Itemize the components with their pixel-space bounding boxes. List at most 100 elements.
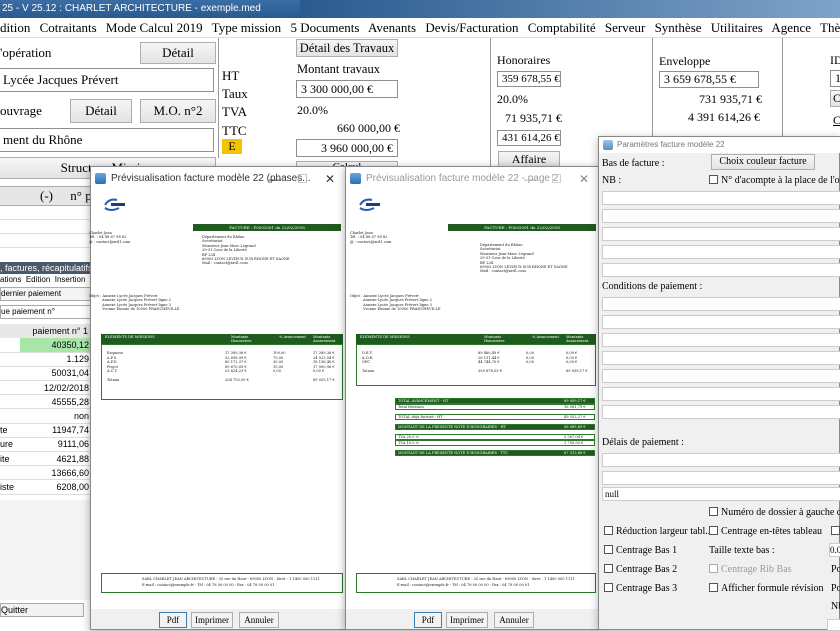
null-field[interactable]: null (602, 487, 840, 501)
quitter-button[interactable]: Quitter (0, 603, 84, 617)
conditions-line-1[interactable] (602, 297, 840, 311)
checkbox-icon[interactable] (604, 545, 613, 554)
checkbox-icon[interactable] (604, 526, 613, 535)
menu-synthese[interactable]: Synthèse (655, 20, 702, 35)
menu-mode-calcul[interactable]: Mode Calcul 2019 (106, 20, 203, 35)
montant-ht-field[interactable]: 3 300 000,00 € (296, 80, 398, 98)
nb-line-2[interactable] (602, 209, 840, 223)
row-value[interactable]: 12/02/2018 (20, 380, 92, 396)
centrage-bas1-checkbox[interactable]: Centrage Bas 1 (604, 545, 677, 556)
acompte-checkbox[interactable]: N° d'acompte à la place de l'objet (709, 175, 840, 186)
formule-checkbox[interactable]: Afficher formule révision (709, 583, 824, 594)
close-icon[interactable]: ✕ (579, 167, 589, 191)
row-value[interactable]: 13666,60 (20, 465, 92, 481)
checkbox-icon[interactable] (831, 526, 840, 535)
maximize-icon[interactable]: ☐ (297, 167, 308, 191)
honoraires-ttc-field[interactable]: 431 614,26 € (497, 130, 561, 146)
pdf-button[interactable]: Pdf (159, 612, 187, 628)
centrage-rib-checkbox[interactable]: Centrage Rib Bas (709, 564, 792, 575)
id-button-2[interactable]: C (830, 90, 840, 107)
checkbox-icon[interactable] (604, 564, 613, 573)
checkbox-icon[interactable] (709, 507, 718, 516)
checkbox-icon[interactable] (709, 583, 718, 592)
row-value[interactable]: 6208,00 (20, 479, 92, 495)
conditions-line-4[interactable] (602, 351, 840, 365)
nb-field[interactable] (827, 619, 840, 631)
conditions-line-3[interactable] (602, 333, 840, 347)
menu-serveur[interactable]: Serveur (605, 20, 645, 35)
operation-name-field[interactable]: Lycée Jacques Prévert (0, 68, 214, 92)
nb-line-5[interactable] (602, 263, 840, 277)
maitre-ouvrage-field[interactable]: ment du Rhône (0, 128, 214, 152)
id-link-3[interactable]: C (833, 113, 840, 128)
checkbox-icon[interactable] (709, 526, 718, 535)
menu-documents[interactable]: 5 Documents (290, 20, 359, 35)
minimize-icon[interactable]: — (269, 167, 281, 191)
mission-value: 0,00 (273, 369, 282, 374)
row-value[interactable]: non (20, 408, 92, 424)
operation-detail-button[interactable]: Détail (140, 42, 216, 64)
nb-line-4[interactable] (602, 245, 840, 259)
reduction-checkbox[interactable]: Réduction largeur tabl... (604, 526, 713, 537)
detail-travaux-button[interactable]: Détail des Travaux (296, 39, 398, 57)
dernier-paiement-button[interactable]: dernier paiement (0, 287, 92, 301)
montant-ttc-field[interactable]: 3 960 000,00 € (296, 139, 398, 157)
delais-line-1[interactable] (602, 453, 840, 467)
mission-value: 204 792,95 € (225, 378, 250, 382)
checkbox-icon[interactable] (709, 564, 718, 573)
conditions-line-5[interactable] (602, 369, 840, 383)
checkbox-icon[interactable] (709, 175, 718, 184)
paiement-select[interactable]: ue paiement n° (0, 305, 92, 319)
e-indicator[interactable]: E (222, 139, 242, 154)
checkbox-icon[interactable] (604, 583, 613, 592)
ouvrage-detail-button[interactable]: Détail (70, 99, 132, 123)
menu-edition[interactable]: dition (0, 20, 30, 35)
extra-checkbox[interactable] (831, 526, 840, 537)
affaire-button[interactable]: Affaire (498, 151, 560, 167)
row-value[interactable]: 1.129 (20, 352, 92, 367)
close-icon[interactable]: ✕ (325, 167, 335, 191)
enveloppe-ht-field[interactable]: 3 659 678,55 € (659, 71, 759, 88)
sub-menu-insertion[interactable]: Insertion (55, 275, 86, 284)
annuler-button[interactable]: Annuler (239, 612, 279, 628)
menu-comptabilite[interactable]: Comptabilité (528, 20, 596, 35)
menu-type-mission[interactable]: Type mission (212, 20, 282, 35)
minimize-icon[interactable]: — (524, 167, 536, 191)
dossier-checkbox[interactable]: Numéro de dossier à gauche du n (709, 507, 840, 518)
menu-agence[interactable]: Agence (771, 20, 811, 35)
row-value[interactable]: 11947,74 (20, 423, 92, 438)
row-value[interactable]: 45555,28 (20, 394, 92, 410)
nb-line-3[interactable] (602, 227, 840, 241)
imprimer-button[interactable]: Imprimer (191, 612, 233, 628)
conditions-line-6[interactable] (602, 387, 840, 401)
id-field-1[interactable]: 1 (830, 70, 840, 87)
imprimer-button[interactable]: Imprimer (446, 612, 488, 628)
delais-line-2[interactable] (602, 471, 840, 485)
honoraires-ht-field[interactable]: 359 678,55 € (497, 71, 561, 87)
nb-line-1[interactable] (602, 191, 840, 205)
row-value[interactable]: 9111,06 (20, 437, 92, 453)
taille-field[interactable]: 0.0 (829, 543, 840, 557)
sub-menu-ations[interactable]: ations (0, 275, 21, 284)
row-value[interactable]: 40350,12 (20, 338, 92, 353)
centrage-bas3-checkbox[interactable]: Centrage Bas 3 (604, 583, 677, 594)
row-value[interactable]: 50031,04 (20, 366, 92, 382)
conditions-line-2[interactable] (602, 315, 840, 329)
maximize-icon[interactable]: ☐ (551, 167, 562, 191)
mo-n2-button[interactable]: M.O. n°2 (140, 99, 216, 123)
centrage-entetes-checkbox[interactable]: Centrage en-têtes tableau (709, 526, 822, 537)
choix-couleur-button[interactable]: Choix couleur facture (711, 154, 815, 170)
row-value[interactable]: 4621,88 (20, 451, 92, 467)
mission-value: 0,00 € (313, 369, 325, 374)
centrage-bas2-checkbox[interactable]: Centrage Bas 2 (604, 564, 677, 575)
menu-devis-facturation[interactable]: Devis/Facturation (425, 20, 518, 35)
annuler-button[interactable]: Annuler (494, 612, 534, 628)
menu-cotraitants[interactable]: Cotraitants (40, 20, 97, 35)
conditions-line-7[interactable] (602, 405, 840, 419)
java-app-icon (350, 173, 361, 184)
menu-avenants[interactable]: Avenants (368, 20, 416, 35)
menu-utilitaires[interactable]: Utilitaires (711, 20, 763, 35)
pdf-button[interactable]: Pdf (414, 612, 442, 628)
sub-menu-edition[interactable]: Edition (26, 275, 50, 284)
menu-theme[interactable]: Thème (820, 20, 840, 35)
